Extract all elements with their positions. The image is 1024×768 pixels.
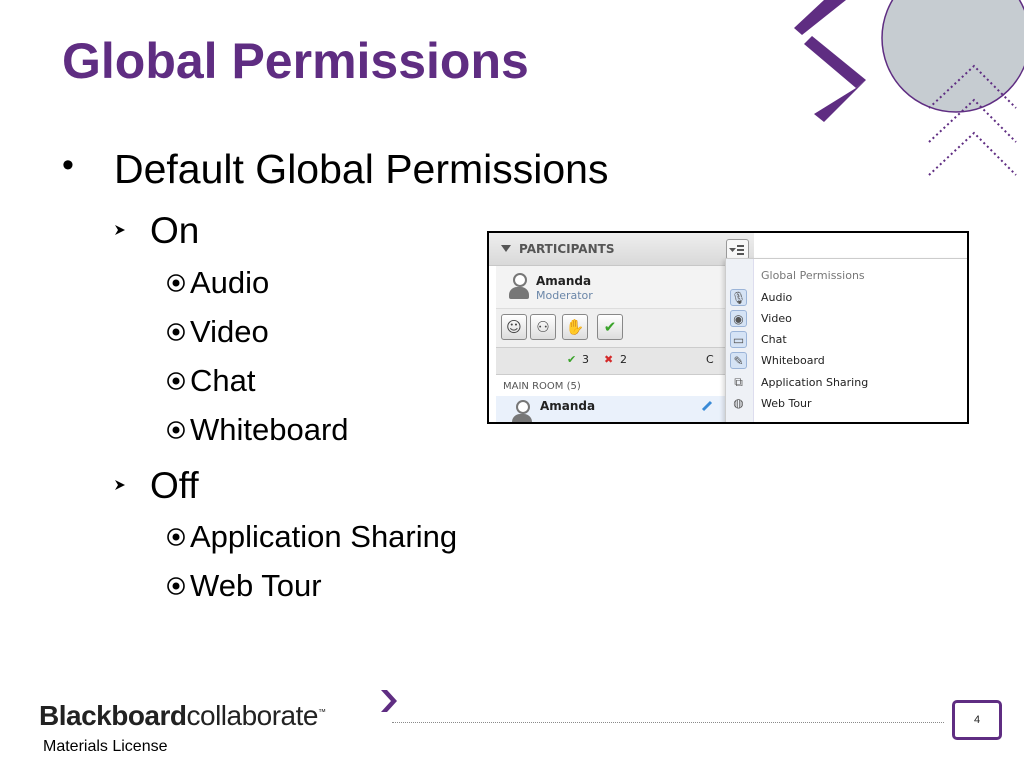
- list-item-label: Video: [190, 314, 269, 349]
- list-item-label: Web Tour: [190, 568, 322, 603]
- profile-icon[interactable]: ⚇: [530, 314, 556, 340]
- slide-title: Global Permissions: [62, 33, 529, 89]
- webcam-icon: ◉: [730, 310, 747, 327]
- footer-divider: [392, 722, 944, 723]
- microphone-icon: 🎙: [730, 289, 747, 306]
- room-label: MAIN ROOM (5): [503, 381, 581, 392]
- list-item-label: Whiteboard: [190, 412, 349, 447]
- list-item[interactable]: Amanda: [496, 396, 754, 422]
- menu-item-video[interactable]: ◉ Video: [726, 309, 967, 329]
- status-toolbar: ☺ ⚇ ✋ ✔: [496, 309, 754, 347]
- globe-icon: ◍: [733, 396, 744, 410]
- user-name: Amanda: [536, 274, 592, 288]
- check-icon: ✔: [567, 353, 577, 366]
- bullet-dot: •: [62, 146, 74, 184]
- list-item-label: Chat: [190, 363, 256, 398]
- circled-dot-bullet-icon: [167, 323, 185, 341]
- circled-dot-bullet-icon: [167, 528, 185, 546]
- current-user-row: Amanda Moderator: [496, 266, 754, 309]
- chat-bubble-icon: ▭: [730, 331, 747, 348]
- section-label: On: [150, 210, 200, 251]
- no-count: 2: [620, 353, 627, 366]
- menu-item-label: Web Tour: [761, 397, 812, 410]
- section-label: Off: [150, 465, 199, 506]
- response-counts: ✔ 3 ✖ 2 C: [496, 347, 754, 375]
- microphone-icon: [701, 400, 713, 412]
- menu-item-chat[interactable]: ▭ Chat: [726, 330, 967, 350]
- circled-dot-bullet-icon: [167, 372, 185, 390]
- avatar: [509, 273, 529, 301]
- avatar: [512, 400, 532, 422]
- collapse-triangle-icon[interactable]: [501, 245, 511, 252]
- menu-item-label: Whiteboard: [761, 354, 825, 367]
- options-menu-button[interactable]: [726, 239, 749, 260]
- chevron-logo-icon: [381, 690, 397, 712]
- pencil-icon: ✎: [730, 352, 747, 369]
- gray-circle: [881, 0, 1024, 113]
- app-share-icon: ⧉: [734, 375, 743, 389]
- menu-item-audio[interactable]: 🎙 Audio: [726, 288, 967, 308]
- bullet-text: Default Global Permissions: [114, 146, 609, 192]
- list-item-label: Application Sharing: [190, 519, 458, 554]
- blackboard-collaborate-logo: Blackboardcollaborate™: [39, 690, 397, 732]
- chevron-decoration: [794, 0, 866, 122]
- menu-item-label: Chat: [761, 333, 787, 346]
- circled-dot-bullet-icon: [167, 274, 185, 292]
- logo-trademark: ™: [317, 707, 326, 717]
- menu-item-label: Audio: [761, 291, 793, 304]
- arrowhead-bullet-icon: [115, 480, 125, 490]
- other-count: C: [706, 353, 714, 366]
- main-room-list: MAIN ROOM (5) Amanda: [496, 376, 754, 422]
- x-icon: ✖: [604, 353, 614, 366]
- participants-panel-screenshot: PARTICIPANTS Amanda Moderator ☺ ⚇ ✋ ✔ ✔ …: [487, 231, 969, 424]
- menu-item-application-sharing[interactable]: ⧉ Application Sharing: [726, 373, 967, 393]
- page-number: 4: [952, 700, 1002, 740]
- logo-light-text: collaborate: [186, 700, 319, 731]
- logo-bold-text: Blackboard: [39, 700, 187, 731]
- decorative-graphic: [794, 0, 1024, 176]
- yes-count: 3: [582, 353, 589, 366]
- participants-header[interactable]: PARTICIPANTS: [489, 233, 754, 266]
- checkmark-icon[interactable]: ✔: [597, 314, 623, 340]
- menu-item-label: Video: [761, 312, 792, 325]
- hand-raise-icon[interactable]: ✋: [562, 314, 588, 340]
- license-text: Materials License: [43, 738, 168, 755]
- global-permissions-menu: Global Permissions 🎙 Audio ◉ Video ▭ Cha…: [725, 258, 967, 422]
- circled-dot-bullet-icon: [167, 577, 185, 595]
- participants-header-label: PARTICIPANTS: [519, 242, 615, 256]
- circled-dot-bullet-icon: [167, 421, 185, 439]
- menu-title: Global Permissions: [761, 269, 865, 282]
- list-item-label: Audio: [190, 265, 270, 300]
- menu-item-web-tour[interactable]: ◍ Web Tour: [726, 394, 967, 414]
- chevron-down-icon: [729, 248, 736, 252]
- menu-item-whiteboard[interactable]: ✎ Whiteboard: [726, 351, 967, 371]
- user-role: Moderator: [536, 289, 593, 302]
- member-name: Amanda: [540, 399, 596, 413]
- arrowhead-bullet-icon: [115, 225, 125, 235]
- smiley-icon[interactable]: ☺: [501, 314, 527, 340]
- menu-item-label: Application Sharing: [761, 376, 869, 389]
